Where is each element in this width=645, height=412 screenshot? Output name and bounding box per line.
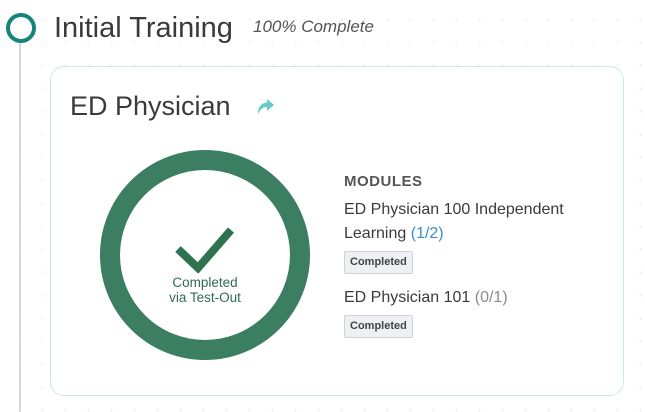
completion-label-line1: Completed <box>172 275 238 290</box>
section-progress: 100% Complete <box>253 17 374 36</box>
module-name[interactable]: ED Physician 100 Independent Learning <box>344 201 564 242</box>
completion-label: Completed via Test-Out <box>100 275 310 305</box>
status-badge: Completed <box>344 315 413 338</box>
module-progress-count: (0/1) <box>474 289 508 306</box>
completion-ring: Completed via Test-Out <box>100 150 310 360</box>
course-title: ED Physician <box>70 91 231 121</box>
module-item: ED Physician 101 (0/1) Completed <box>344 286 614 338</box>
timeline-node-icon <box>6 13 36 43</box>
modules-heading: MODULES <box>344 173 423 190</box>
module-item: ED Physician 100 Independent Learning (1… <box>344 198 614 274</box>
external-link-icon[interactable] <box>253 94 277 118</box>
checkmark-icon <box>175 227 235 274</box>
completion-label-line2: via Test-Out <box>169 290 241 305</box>
module-progress-count: (1/2) <box>410 225 444 242</box>
module-name[interactable]: ED Physician 101 <box>344 289 470 306</box>
section-title: Initial Training <box>54 12 233 44</box>
status-badge: Completed <box>344 251 413 274</box>
modules-panel: MODULES ED Physician 100 Independent Lea… <box>344 173 614 350</box>
course-card: ED Physician Completed via Test-Out MODU… <box>50 66 624 396</box>
timeline-line <box>19 42 21 412</box>
